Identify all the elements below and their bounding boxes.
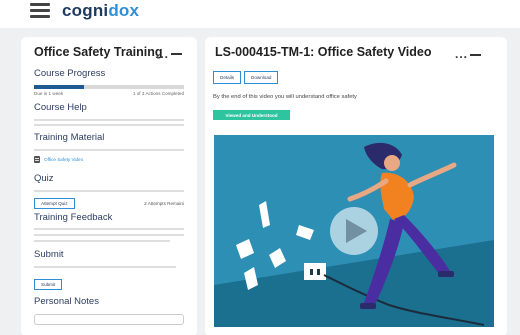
woman-tripping-illustration [214, 142, 494, 327]
download-button[interactable]: Download [244, 71, 279, 84]
training-panel-header: Office Safety Training ... [34, 43, 184, 71]
course-progress-bar [34, 85, 184, 89]
video-panel-title: LS-000415-TM-1: Office Safety Video [215, 45, 432, 59]
actions-completed-label: 1 of 3 Actions Completed [132, 91, 184, 96]
course-progress-meta: Due in 1 week 1 of 3 Actions Completed [34, 91, 184, 97]
quiz-attempts-remaining: 2 Attempts Remaini [144, 201, 184, 206]
details-button[interactable]: Details [213, 71, 242, 84]
due-date-label: Due in 1 week [34, 91, 64, 96]
divider [34, 119, 184, 121]
more-options-icon[interactable]: ... [156, 47, 169, 61]
video-description: By the end of this video you will unders… [213, 94, 357, 100]
brand-logo-part2: dox [108, 1, 140, 20]
divider [34, 266, 176, 268]
hamburger-menu-icon[interactable] [30, 3, 50, 19]
brand-logo[interactable]: cognidox [62, 1, 139, 21]
divider [34, 240, 170, 242]
training-feedback-title: Training Feedback [34, 212, 113, 223]
brand-logo-part1: cogni [62, 1, 109, 20]
play-icon [330, 207, 378, 255]
divider [34, 149, 184, 151]
course-progress-fill [34, 85, 84, 89]
divider [34, 190, 184, 192]
personal-notes-title: Personal Notes [34, 296, 99, 307]
document-icon [34, 156, 40, 163]
divider [34, 228, 184, 230]
divider [34, 234, 184, 236]
course-help-title[interactable]: Course Help [34, 101, 184, 115]
submit-button[interactable]: Submit [34, 279, 63, 290]
training-material-title: Training Material [34, 132, 105, 143]
quiz-title: Quiz [34, 173, 54, 184]
video-player[interactable] [214, 135, 494, 327]
video-panel-tabs: Details Download [213, 71, 279, 84]
more-options-icon[interactable]: ... [455, 47, 468, 61]
top-bar: cognidox [0, 0, 520, 28]
submit-row: Submit [34, 273, 184, 291]
viewed-and-understood-button[interactable]: Viewed and Understood [213, 110, 290, 120]
material-link-label: Office Safety Video [44, 157, 84, 162]
minimize-icon[interactable] [470, 54, 481, 56]
submit-title: Submit [34, 249, 64, 260]
training-panel: Office Safety Training ... Course Progre… [21, 37, 197, 335]
video-panel: LS-000415-TM-1: Office Safety Video ... … [205, 37, 507, 335]
quiz-row: Attempt Quiz 2 Attempts Remaini [34, 198, 184, 209]
material-link-office-safety-video[interactable]: Office Safety Video [34, 155, 184, 164]
minimize-icon[interactable] [171, 53, 182, 55]
divider [34, 124, 184, 126]
attempt-quiz-button[interactable]: Attempt Quiz [34, 198, 75, 209]
training-title: Office Safety Training [34, 45, 163, 59]
personal-notes-input[interactable] [34, 314, 184, 325]
